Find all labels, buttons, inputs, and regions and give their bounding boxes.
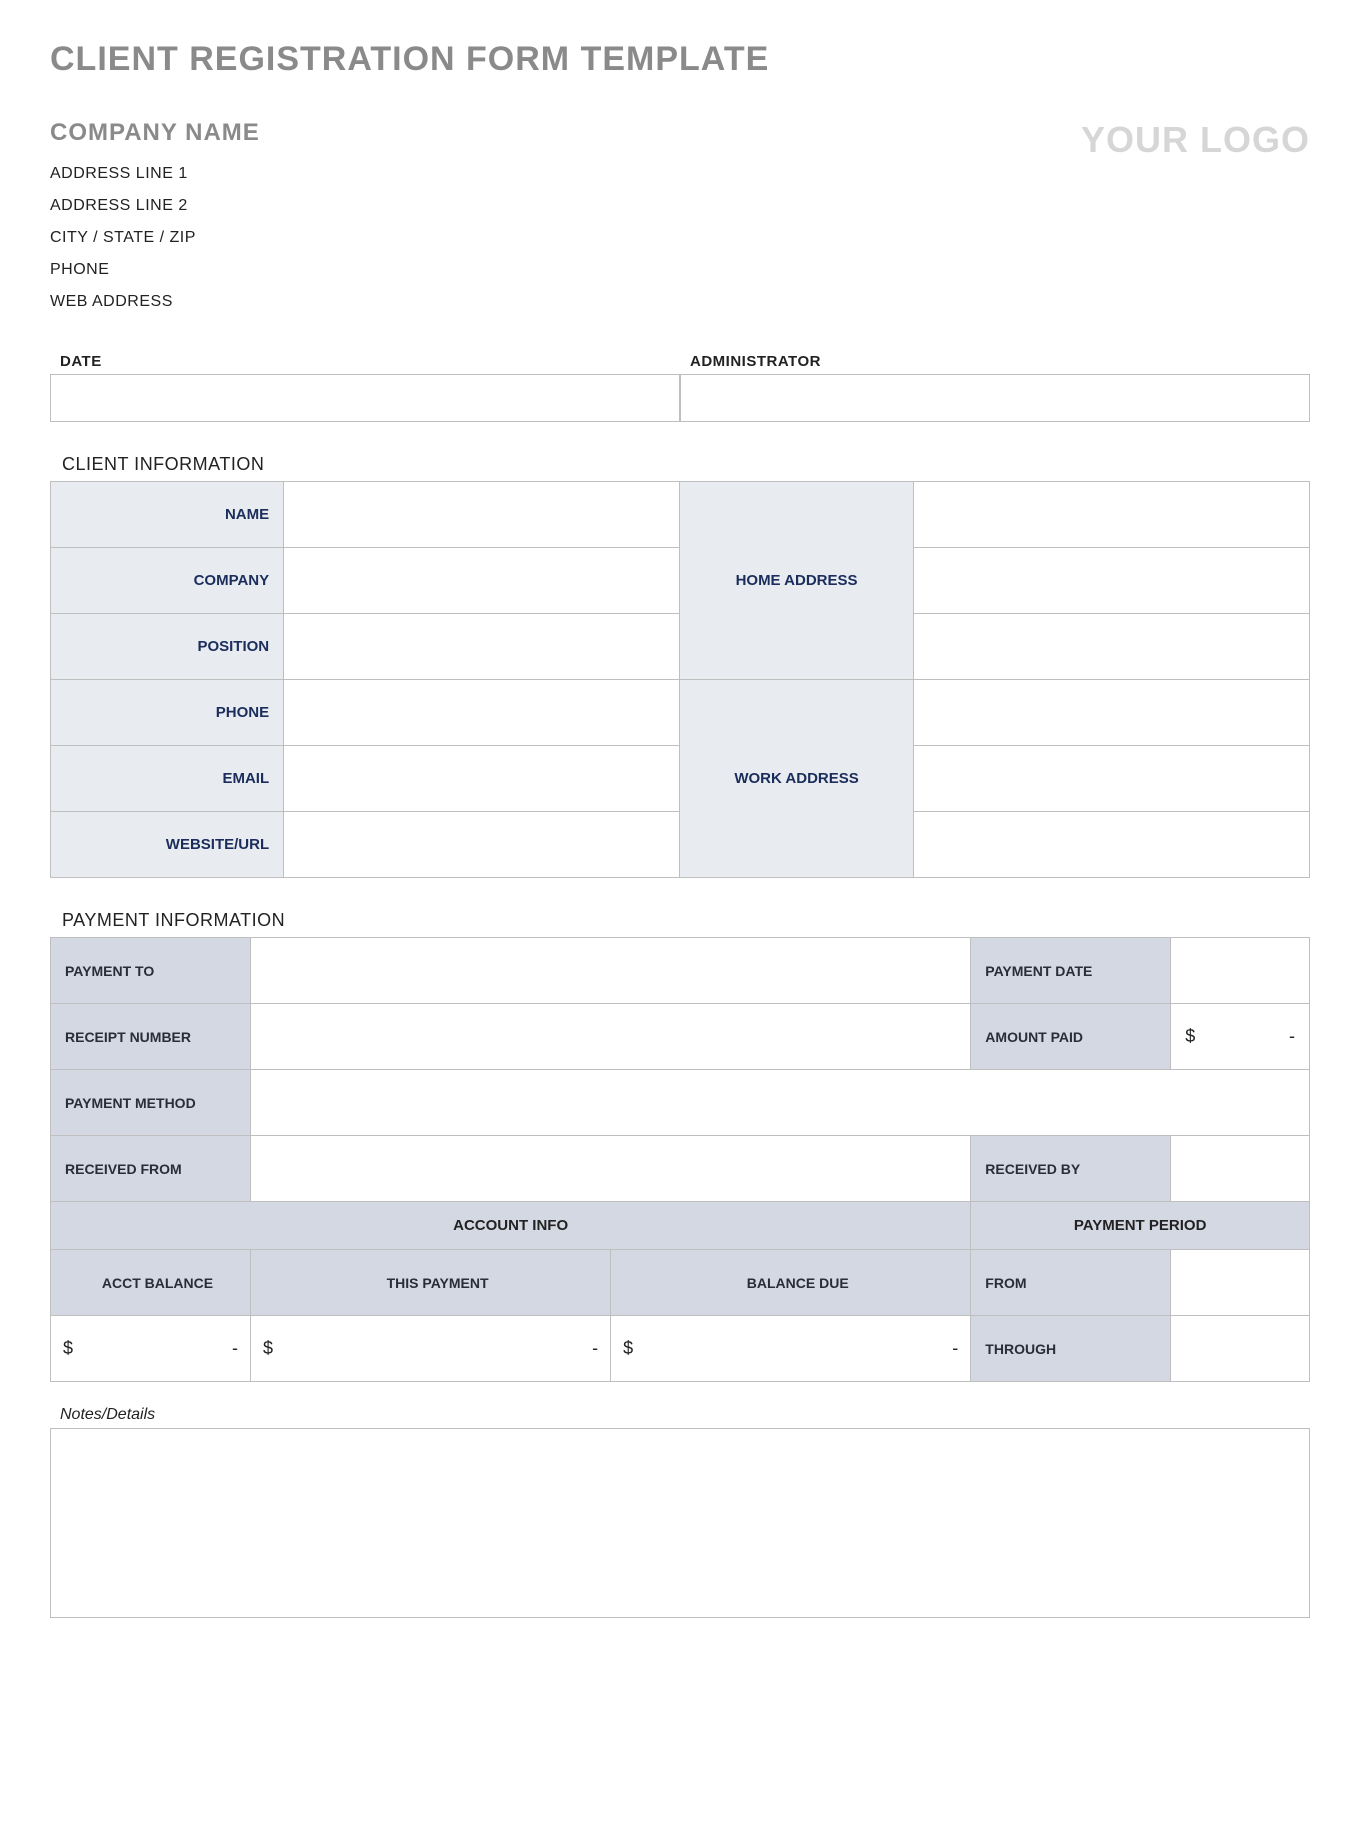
payment-info-table: PAYMENT TO PAYMENT DATE RECEIPT NUMBER A… — [50, 937, 1310, 1382]
currency-symbol: $ — [63, 1338, 73, 1359]
from-label: FROM — [971, 1250, 1171, 1316]
company-block: COMPANY NAME ADDRESS LINE 1 ADDRESS LINE… — [50, 119, 260, 325]
administrator-label: ADMINISTRATOR — [680, 353, 1310, 370]
due-dash: - — [952, 1338, 958, 1359]
website-label: WEBSITE/URL — [51, 812, 284, 878]
balance-due-value[interactable]: $ - — [611, 1316, 971, 1382]
address-web: WEB ADDRESS — [50, 293, 260, 311]
balance-dash: - — [232, 1338, 238, 1359]
home-address-input-2[interactable] — [913, 548, 1309, 614]
name-input[interactable] — [284, 482, 680, 548]
administrator-input[interactable] — [680, 374, 1310, 422]
account-info-header: ACCOUNT INFO — [51, 1202, 971, 1250]
work-address-input-2[interactable] — [913, 746, 1309, 812]
client-info-header: CLIENT INFORMATION — [50, 454, 1310, 475]
position-input[interactable] — [284, 614, 680, 680]
work-address-label: WORK ADDRESS — [680, 680, 913, 878]
website-input[interactable] — [284, 812, 680, 878]
phone-input[interactable] — [284, 680, 680, 746]
from-input[interactable] — [1171, 1250, 1310, 1316]
email-input[interactable] — [284, 746, 680, 812]
client-info-table: NAME HOME ADDRESS COMPANY POSITION PHONE… — [50, 481, 1310, 878]
currency-symbol: $ — [1185, 1026, 1195, 1047]
header-row: COMPANY NAME ADDRESS LINE 1 ADDRESS LINE… — [50, 119, 1310, 325]
home-address-label: HOME ADDRESS — [680, 482, 913, 680]
address-line-1: ADDRESS LINE 1 — [50, 165, 260, 183]
company-name: COMPANY NAME — [50, 119, 260, 147]
receipt-number-input[interactable] — [251, 1004, 971, 1070]
administrator-column: ADMINISTRATOR — [680, 353, 1310, 422]
currency-symbol: $ — [623, 1338, 633, 1359]
date-column: DATE — [50, 353, 680, 422]
position-label: POSITION — [51, 614, 284, 680]
received-by-input[interactable] — [1171, 1136, 1310, 1202]
received-from-input[interactable] — [251, 1136, 971, 1202]
phone-label: PHONE — [51, 680, 284, 746]
payment-method-input[interactable] — [251, 1070, 1310, 1136]
payment-date-input[interactable] — [1171, 938, 1310, 1004]
home-address-input-1[interactable] — [913, 482, 1309, 548]
company-input[interactable] — [284, 548, 680, 614]
work-address-input-3[interactable] — [913, 812, 1309, 878]
balance-due-label: BALANCE DUE — [611, 1250, 971, 1316]
received-by-label: RECEIVED BY — [971, 1136, 1171, 1202]
page-title: CLIENT REGISTRATION FORM TEMPLATE — [50, 40, 1310, 79]
payment-method-label: PAYMENT METHOD — [51, 1070, 251, 1136]
address-phone: PHONE — [50, 261, 260, 279]
received-from-label: RECEIVED FROM — [51, 1136, 251, 1202]
this-payment-label: THIS PAYMENT — [251, 1250, 611, 1316]
logo-placeholder: YOUR LOGO — [1081, 119, 1310, 161]
home-address-input-3[interactable] — [913, 614, 1309, 680]
acct-balance-label: ACCT BALANCE — [51, 1250, 251, 1316]
acct-balance-value[interactable]: $ - — [51, 1316, 251, 1382]
amount-paid-label: AMOUNT PAID — [971, 1004, 1171, 1070]
notes-label: Notes/Details — [50, 1406, 1310, 1424]
notes-input[interactable] — [50, 1428, 1310, 1618]
payment-date-label: PAYMENT DATE — [971, 938, 1171, 1004]
date-admin-row: DATE ADMINISTRATOR — [50, 353, 1310, 422]
amount-paid-value[interactable]: $ - — [1171, 1004, 1310, 1070]
this-payment-value[interactable]: $ - — [251, 1316, 611, 1382]
work-address-input-1[interactable] — [913, 680, 1309, 746]
company-label: COMPANY — [51, 548, 284, 614]
name-label: NAME — [51, 482, 284, 548]
payment-dash: - — [592, 1338, 598, 1359]
payment-info-header: PAYMENT INFORMATION — [50, 910, 1310, 931]
amount-dash: - — [1289, 1026, 1295, 1047]
payment-to-input[interactable] — [251, 938, 971, 1004]
address-city-state-zip: CITY / STATE / ZIP — [50, 229, 260, 247]
email-label: EMAIL — [51, 746, 284, 812]
through-label: THROUGH — [971, 1316, 1171, 1382]
receipt-number-label: RECEIPT NUMBER — [51, 1004, 251, 1070]
payment-period-header: PAYMENT PERIOD — [971, 1202, 1310, 1250]
date-input[interactable] — [50, 374, 680, 422]
date-label: DATE — [50, 353, 680, 370]
through-input[interactable] — [1171, 1316, 1310, 1382]
payment-to-label: PAYMENT TO — [51, 938, 251, 1004]
currency-symbol: $ — [263, 1338, 273, 1359]
address-line-2: ADDRESS LINE 2 — [50, 197, 260, 215]
